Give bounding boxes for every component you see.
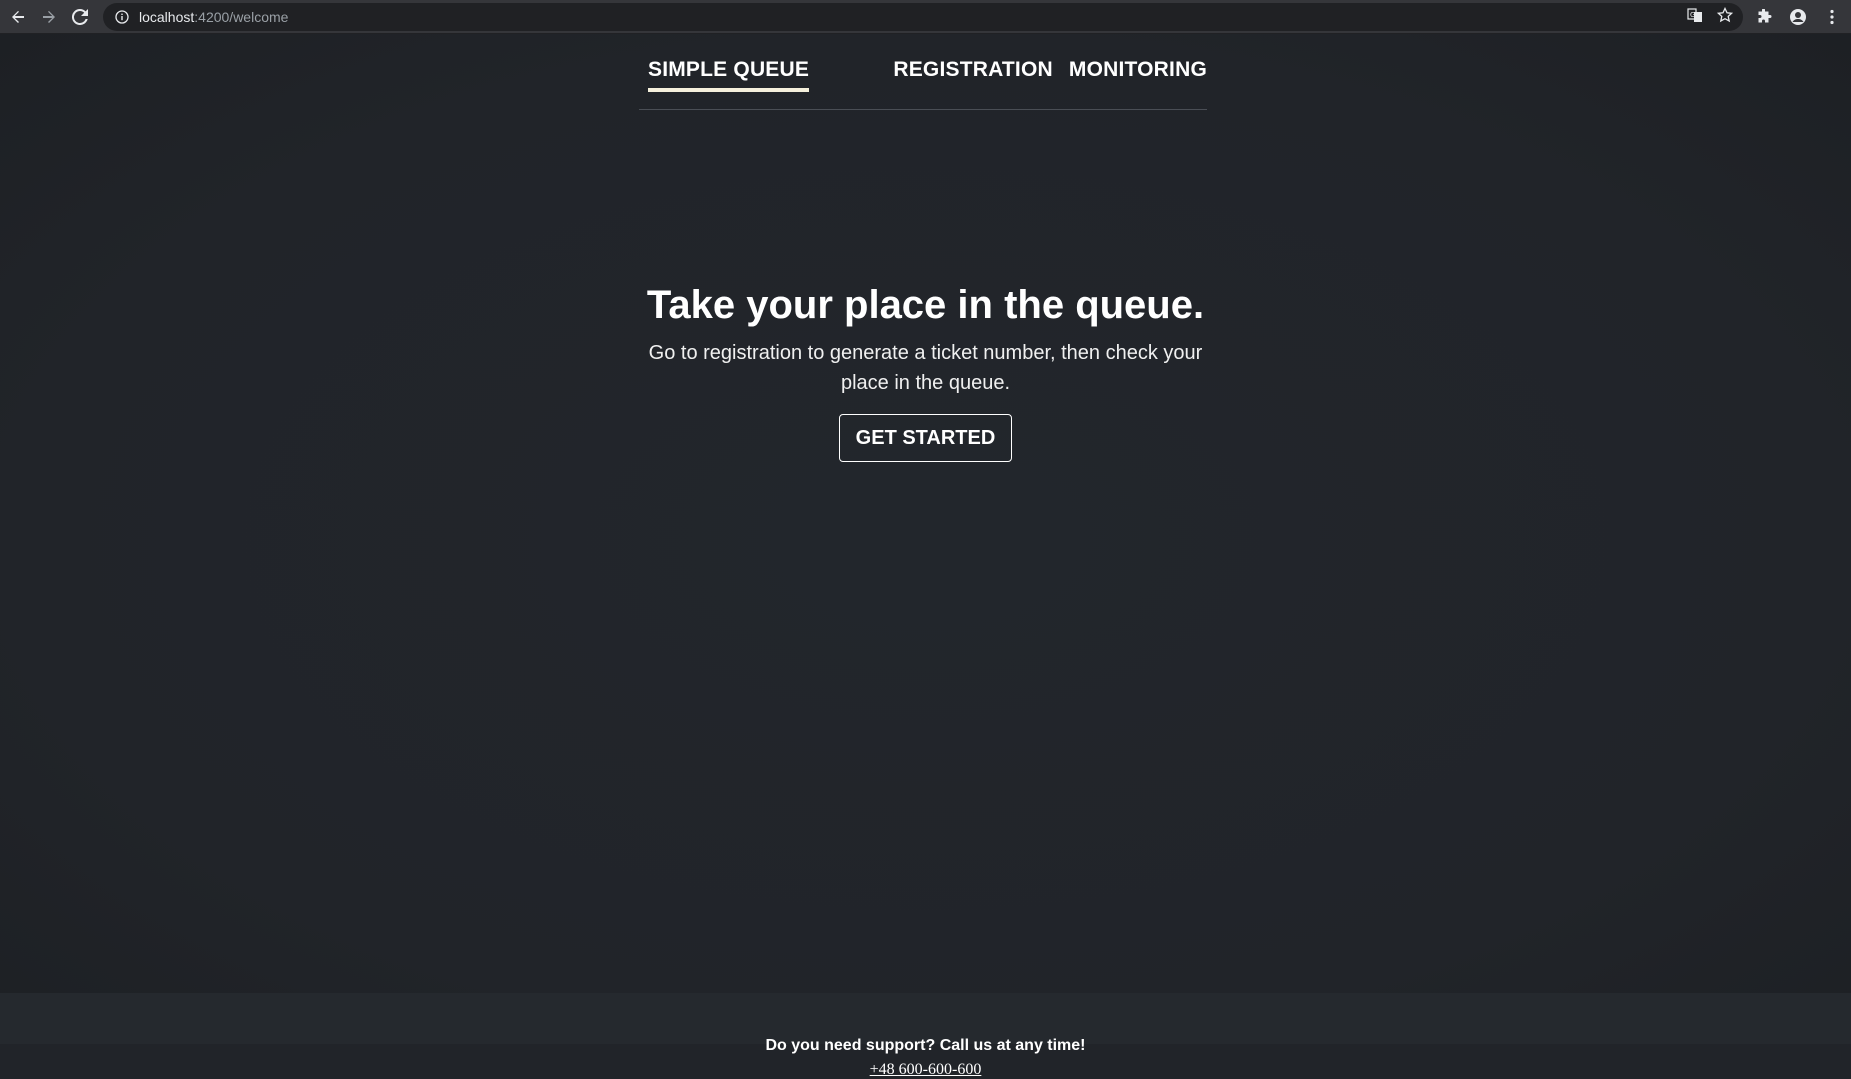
back-button[interactable] — [5, 4, 31, 30]
forward-arrow-icon — [43, 10, 55, 23]
back-arrow-icon — [12, 10, 24, 23]
nav-link-registration[interactable]: REGISTRATION — [893, 58, 1053, 82]
footer: Do you need support? Call us at any time… — [0, 993, 1851, 1078]
top-navigation: SIMPLE QUEUE REGISTRATION MONITORING — [639, 34, 1207, 110]
reload-icon — [72, 8, 88, 25]
reload-button[interactable] — [67, 4, 93, 30]
get-started-button[interactable]: GET STARTED — [838, 414, 1013, 462]
svg-text:G: G — [1690, 11, 1695, 19]
bookmark-star-icon[interactable] — [1716, 6, 1734, 28]
url-path: :4200/welcome — [194, 9, 289, 25]
site-info-icon[interactable] — [115, 10, 129, 24]
page-content: SIMPLE QUEUE REGISTRATION MONITORING Tak… — [0, 34, 1851, 1078]
profile-avatar-icon[interactable] — [1785, 4, 1811, 30]
translate-icon[interactable]: G — [1687, 7, 1703, 28]
browser-toolbar: localhost:4200/welcome G — [0, 0, 1851, 34]
brand-link[interactable]: SIMPLE QUEUE — [648, 58, 810, 92]
address-bar[interactable]: localhost:4200/welcome G — [103, 3, 1743, 31]
footer-phone-link[interactable]: +48 600-600-600 — [0, 1061, 1851, 1079]
hero-title: Take your place in the queue. — [646, 283, 1205, 327]
hero-subtitle: Go to registration to generate a ticket … — [648, 342, 1203, 394]
extensions-icon[interactable] — [1751, 4, 1777, 30]
url-host: localhost — [139, 9, 195, 25]
hero-section: Take your place in the queue. Go to regi… — [0, 280, 1851, 462]
forward-button[interactable] — [36, 4, 62, 30]
nav-link-monitoring[interactable]: MONITORING — [1069, 58, 1207, 82]
footer-support-text: Do you need support? Call us at any time… — [765, 1037, 1086, 1054]
nav-links: REGISTRATION MONITORING — [893, 58, 1207, 82]
browser-menu-icon[interactable] — [1819, 4, 1845, 30]
